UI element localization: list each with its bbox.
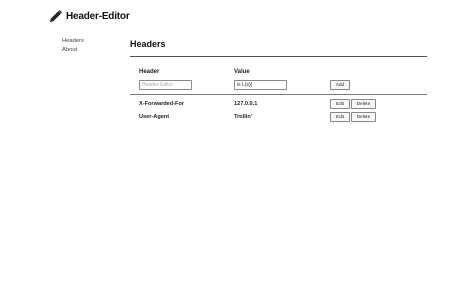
sidebar-item-headers[interactable]: Headers — [62, 37, 84, 46]
page-title: Headers — [130, 39, 166, 49]
title-divider — [130, 56, 427, 57]
app-title: Header-Editor — [66, 11, 130, 22]
header-input[interactable]: Header-Editor — [139, 80, 192, 90]
edit-button[interactable]: Edit — [330, 99, 350, 109]
form-divider — [130, 94, 427, 95]
add-button[interactable]: Add — [330, 80, 350, 90]
edit-button[interactable]: Edit — [330, 112, 350, 122]
header-column-label: Header — [139, 69, 160, 75]
value-input[interactable]: is L(s)( — [234, 80, 287, 90]
header-input-placeholder: Header-Editor — [142, 82, 174, 88]
header-name: X-Forwarded-For — [139, 101, 185, 107]
value-column-label: Value — [234, 69, 250, 75]
header-value: 127.0.0.1 — [234, 101, 258, 107]
delete-button[interactable]: Delete — [351, 99, 376, 109]
sidebar-item-about[interactable]: About — [62, 46, 84, 55]
delete-button[interactable]: Delete — [351, 112, 376, 122]
header-name: User-Agent — [139, 114, 170, 120]
sidebar: Headers About — [62, 37, 84, 55]
value-input-text: is L(s)( — [237, 82, 253, 88]
pencil-icon — [49, 9, 63, 23]
header-value: Trollin' — [234, 114, 253, 120]
